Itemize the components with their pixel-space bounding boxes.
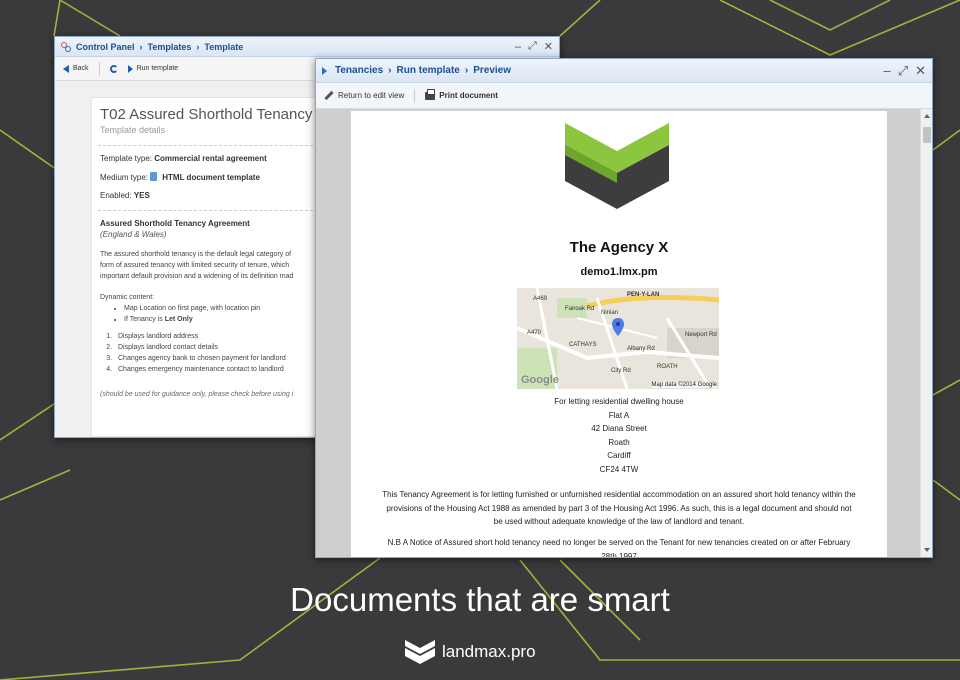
agreement-paragraph: This Tenancy Agreement is for letting fu… [382, 490, 856, 526]
toolbar-divider [98, 61, 100, 76]
printer-icon [425, 88, 436, 100]
address-line: 42 Diana Street [591, 424, 647, 433]
map-label: Ninian [601, 310, 619, 316]
address-line: Roath [608, 437, 630, 447]
run-template-label: Run template [136, 65, 179, 72]
map-label: Newport Rd [685, 332, 717, 338]
enabled-label: Enabled: [100, 191, 132, 200]
brand-name: landmax.pro [442, 642, 536, 661]
run-template-button[interactable]: Run template [127, 64, 179, 73]
scroll-down-icon[interactable] [924, 548, 930, 552]
minimize-icon[interactable]: – [883, 63, 890, 78]
map-label: Fairoak Rd [565, 306, 595, 312]
bullet-value: Let Only [164, 316, 193, 323]
divider [98, 210, 328, 211]
document-icon [150, 172, 158, 181]
template-window-titlebar[interactable]: Control Panel › Templates › Template – ⤢… [55, 37, 559, 57]
print-document-label: Print document [439, 91, 498, 100]
breadcrumb-separator: › [139, 41, 143, 52]
minimize-icon[interactable]: – [515, 41, 521, 53]
property-address: For letting residential dwelling house F… [351, 395, 887, 476]
close-icon[interactable]: ✕ [915, 63, 926, 79]
enabled-value: YES [133, 191, 150, 200]
preview-toolbar: Return to edit view Print document [316, 83, 932, 109]
back-arrow-icon [63, 64, 69, 73]
back-button-label: Back [73, 65, 89, 72]
breadcrumb-run-template[interactable]: Run template [397, 65, 460, 76]
map-label: A470 [527, 330, 542, 336]
medium-type-value: HTML document template [162, 173, 260, 182]
breadcrumb-preview[interactable]: Preview [473, 65, 511, 76]
address-line: CF24 4TW [599, 464, 639, 474]
template-type-label: Template type: [100, 154, 153, 163]
agency-name: The Agency X [569, 239, 669, 256]
address-line: Flat A [608, 410, 630, 420]
bullet-prefix: If Tenancy is [124, 316, 165, 323]
divider [98, 145, 328, 146]
brand: landmax.pro [404, 640, 536, 664]
breadcrumb-control-panel[interactable]: Control Panel [76, 42, 135, 52]
tagline: Documents that are smart [290, 581, 670, 618]
breadcrumb-templates[interactable]: Templates [148, 42, 192, 52]
vertical-scrollbar[interactable] [920, 109, 932, 557]
return-to-edit-button[interactable]: Return to edit view [324, 90, 405, 101]
scroll-up-icon[interactable] [924, 114, 930, 118]
map-label: PEN-Y-LAN [627, 292, 660, 298]
control-panel-logo-icon [61, 41, 71, 52]
medium-type-label: Medium type: [100, 173, 149, 182]
close-icon[interactable]: ✕ [544, 40, 553, 53]
location-map[interactable]: PEN-Y-LAN A469 Fairoak Rd Ninian A470 CA… [517, 288, 719, 389]
maximize-icon[interactable]: ⤢ [528, 40, 537, 53]
return-to-edit-label: Return to edit view [338, 91, 405, 100]
preview-window-titlebar[interactable]: Tenancies › Run template › Preview – ⤢ ✕ [316, 59, 932, 83]
address-line: Cardiff [607, 451, 631, 460]
document-page: The Agency X demo1.lmx.pm PEN-Y-LAN A469… [351, 111, 887, 557]
breadcrumb-template[interactable]: Template [204, 42, 243, 52]
map-label: City Rd [611, 368, 631, 374]
agency-logo [565, 123, 669, 209]
preview-window[interactable]: Tenancies › Run template › Preview – ⤢ ✕… [315, 58, 933, 558]
breadcrumb-separator: › [196, 41, 200, 52]
document-viewport[interactable]: The Agency X demo1.lmx.pm PEN-Y-LAN A469… [316, 109, 932, 557]
map-label: ROATH [657, 364, 678, 370]
landmax-logo-icon [405, 640, 435, 664]
scrollbar-thumb[interactable] [923, 127, 931, 143]
notice-paragraph: N.B A Notice of Assured short hold tenan… [387, 538, 851, 557]
print-document-button[interactable]: Print document [425, 88, 498, 100]
refresh-button[interactable] [109, 64, 118, 73]
map-label: Albany Rd [627, 346, 655, 352]
refresh-icon [109, 64, 118, 73]
expand-arrow-icon [322, 66, 327, 75]
toolbar-divider [414, 88, 416, 103]
map-label: CATHAYS [569, 342, 597, 348]
breadcrumb-separator: › [464, 65, 469, 76]
back-button[interactable]: Back [63, 64, 89, 73]
breadcrumb-separator: › [388, 65, 392, 76]
map-credit: Map data ©2014 Google [651, 382, 717, 388]
google-logo: Google [521, 374, 559, 386]
breadcrumb-tenancies[interactable]: Tenancies [335, 65, 383, 76]
pencil-icon [324, 90, 334, 101]
maximize-icon[interactable]: ⤢ [898, 63, 908, 79]
play-icon [127, 64, 133, 73]
map-label: A469 [533, 296, 548, 302]
agency-url: demo1.lmx.pm [580, 266, 658, 278]
template-type-value: Commercial rental agreement [154, 154, 267, 163]
address-line: For letting residential dwelling house [554, 397, 684, 406]
